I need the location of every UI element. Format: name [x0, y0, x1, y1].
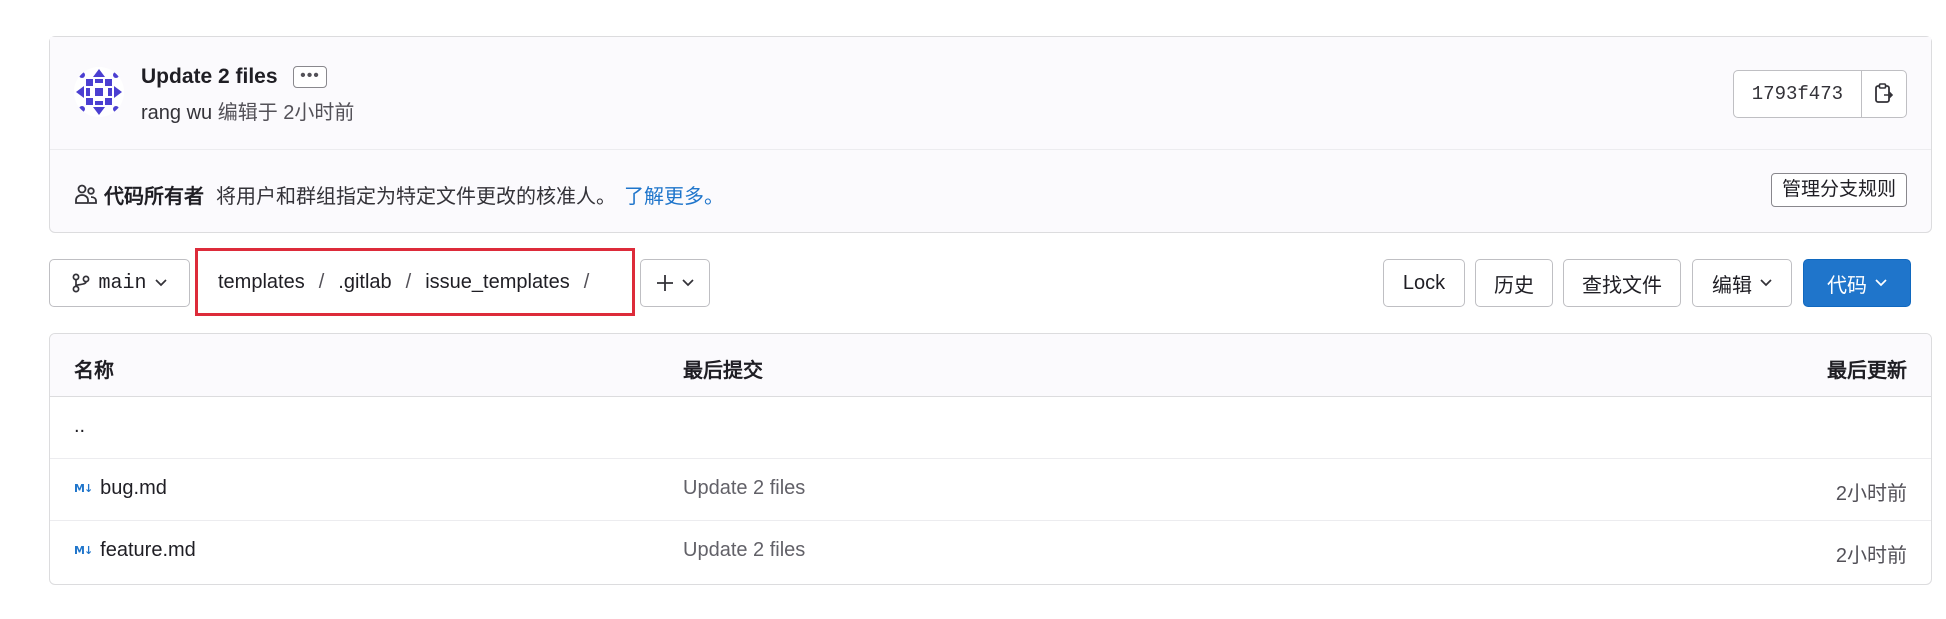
avatar-identicon-icon — [74, 67, 124, 117]
file-name-cell: M↓ feature.md — [74, 539, 196, 562]
markdown-icon: M↓ — [74, 482, 93, 495]
column-last-commit-header: 最后提交 — [683, 360, 763, 382]
breadcrumb: templates / .gitlab / issue_templates / — [218, 271, 603, 294]
users-icon — [75, 184, 97, 204]
file-link[interactable]: feature.md — [100, 539, 196, 562]
find-file-button[interactable]: 查找文件 — [1563, 259, 1681, 307]
commit-card: Update 2 files ••• rang wu 编辑于 2小时前 1793… — [49, 36, 1932, 233]
column-name-header: 名称 — [74, 360, 114, 382]
parent-directory-row[interactable]: .. — [50, 396, 1931, 459]
branch-switcher-button[interactable]: main — [49, 259, 190, 307]
commit-title[interactable]: Update 2 files — [141, 65, 278, 89]
chevron-down-icon — [1875, 279, 1887, 287]
avatar[interactable] — [74, 67, 124, 117]
code-owners-description: 将用户和群组指定为特定文件更改的核准人。 — [216, 185, 616, 208]
commit-meta: rang wu 编辑于 2小时前 — [141, 96, 354, 125]
table-row: M↓ feature.md Update 2 files 2小时前 — [50, 520, 1931, 582]
latest-commit: Update 2 files ••• rang wu 编辑于 2小时前 1793… — [50, 37, 1931, 150]
commit-author-link[interactable]: rang wu — [141, 102, 212, 124]
code-owners-title: 代码所有者 — [104, 185, 204, 208]
chevron-down-icon — [154, 279, 167, 287]
toggle-commit-description-button[interactable]: ••• — [293, 66, 327, 88]
edit-dropdown-button[interactable]: 编辑 — [1692, 259, 1792, 307]
breadcrumb-templates[interactable]: templates — [218, 271, 305, 294]
lock-button[interactable]: Lock — [1383, 259, 1465, 307]
branch-name: main — [98, 271, 147, 295]
breadcrumb-issue-templates[interactable]: issue_templates — [425, 271, 570, 294]
markdown-icon: M↓ — [74, 544, 93, 557]
edit-label: 编辑 — [1712, 274, 1752, 297]
column-last-update-header: 最后更新 — [1827, 360, 1907, 382]
add-to-tree-button[interactable] — [640, 259, 710, 307]
commit-sha-group: 1793f473 — [1732, 70, 1907, 118]
breadcrumb-separator: / — [583, 271, 590, 293]
table-header: 名称 最后提交 最后更新 — [50, 334, 1931, 397]
file-last-update: 2小时前 — [1835, 483, 1907, 505]
file-link[interactable]: bug.md — [100, 477, 167, 500]
chevron-down-icon — [682, 279, 694, 287]
commit-sha[interactable]: 1793f473 — [1734, 71, 1862, 117]
file-last-update: 2小时前 — [1835, 545, 1907, 567]
breadcrumb-separator: / — [405, 271, 412, 293]
manage-branch-rules-button[interactable]: 管理分支规则 — [1770, 173, 1907, 207]
file-tree-table: 名称 最后提交 最后更新 .. M↓ bug.md Update 2 files… — [49, 333, 1932, 585]
file-last-commit[interactable]: Update 2 files — [683, 477, 805, 500]
code-dropdown-button[interactable]: 代码 — [1803, 259, 1911, 307]
clipboard-icon — [1875, 83, 1894, 103]
table-row: M↓ bug.md Update 2 files 2小时前 — [50, 458, 1931, 521]
file-last-commit[interactable]: Update 2 files — [683, 539, 805, 562]
commit-time: 2小时前 — [283, 102, 355, 124]
code-owners-row: 代码所有者 将用户和群组指定为特定文件更改的核准人。 了解更多。 — [74, 176, 724, 212]
history-button[interactable]: 历史 — [1475, 259, 1553, 307]
learn-more-link[interactable]: 了解更多。 — [624, 180, 724, 209]
chevron-down-icon — [1760, 279, 1772, 287]
breadcrumb-gitlab[interactable]: .gitlab — [338, 271, 391, 294]
plus-icon — [657, 275, 673, 291]
code-label: 代码 — [1827, 274, 1867, 297]
commit-action-label: 编辑于 — [217, 102, 278, 124]
parent-directory-link[interactable]: .. — [74, 415, 85, 438]
branch-icon — [73, 273, 90, 293]
copy-sha-button[interactable] — [1862, 71, 1906, 117]
file-name-cell: M↓ bug.md — [74, 477, 167, 500]
breadcrumb-separator: / — [318, 271, 325, 293]
repository-toolbar: main templates / .gitlab / issue_templat… — [49, 248, 1932, 316]
